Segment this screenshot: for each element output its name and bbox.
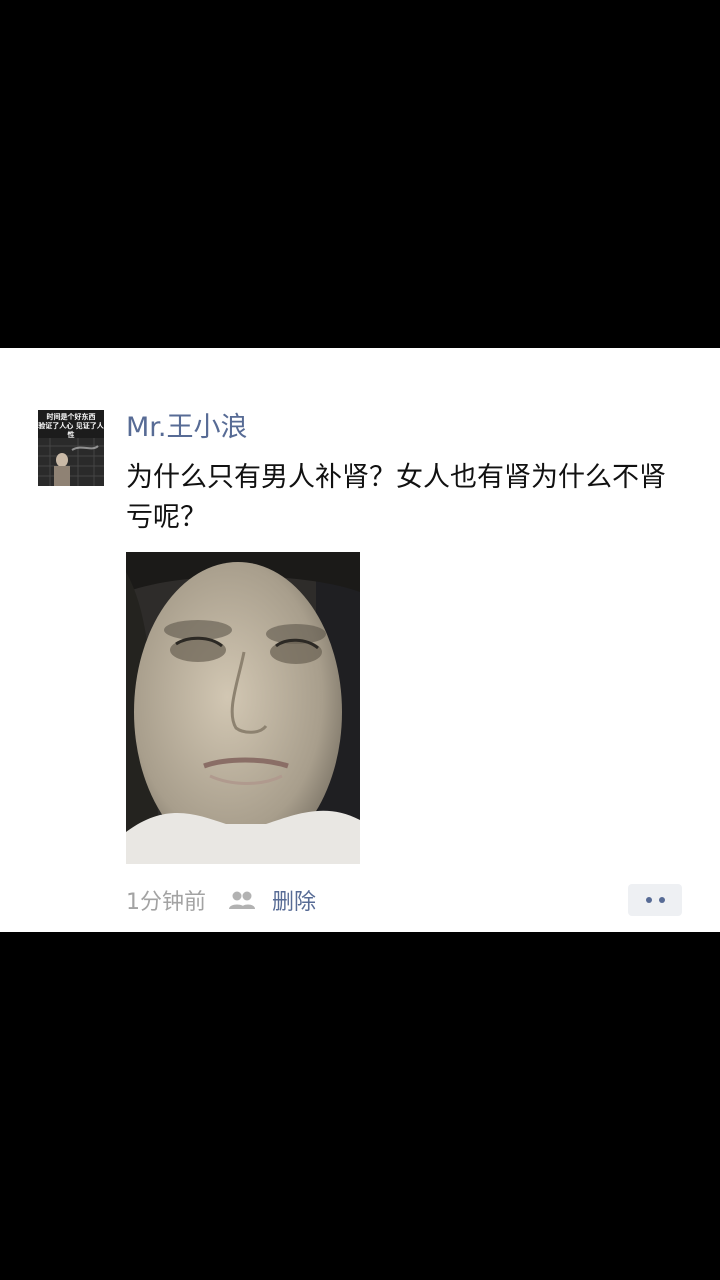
- top-black-bar: [0, 0, 720, 348]
- moments-post-card: 时间是个好东西 验证了人心 见证了人性 Mr.王小浪 为什么只有男人补肾？女人也…: [0, 348, 720, 932]
- avatar[interactable]: 时间是个好东西 验证了人心 见证了人性: [38, 410, 104, 486]
- avatar-picture: [38, 438, 104, 486]
- post-time: 1分钟前: [126, 890, 206, 915]
- post-photo[interactable]: [126, 552, 360, 864]
- face-photo-image: [126, 552, 360, 864]
- post-text: 为什么只有男人补肾？女人也有肾为什么不肾亏呢？: [126, 462, 666, 533]
- more-icon-dot: [658, 897, 665, 903]
- people-icon[interactable]: [228, 890, 256, 910]
- delete-link[interactable]: 删除: [272, 884, 316, 916]
- username-link[interactable]: Mr.王小浪: [126, 410, 248, 446]
- post-meta-row: 1分钟前 删除: [126, 882, 316, 918]
- more-actions-button[interactable]: [628, 884, 682, 916]
- bottom-black-bar: [0, 932, 720, 1280]
- more-icon: [645, 897, 652, 903]
